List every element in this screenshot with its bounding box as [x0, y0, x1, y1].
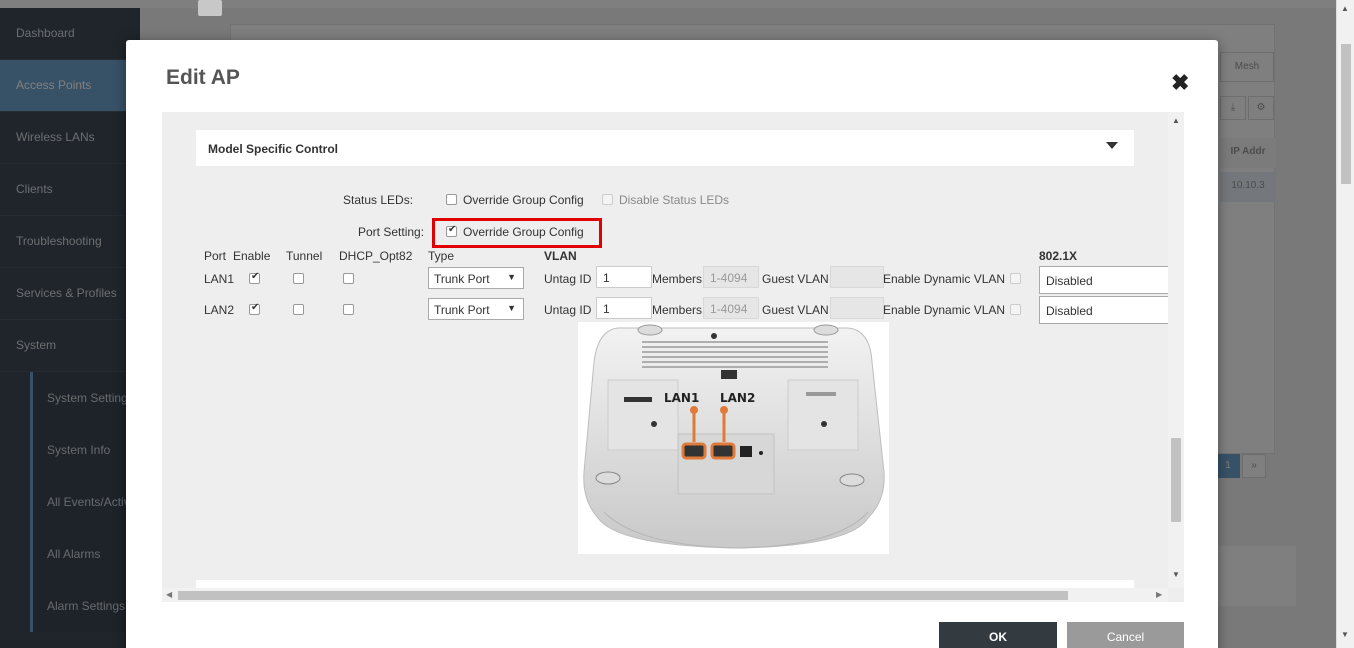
- col-type: Type: [428, 249, 455, 263]
- page-scrollbar-thumb[interactable]: [1341, 44, 1351, 184]
- scroll-down-icon[interactable]: ▼: [1172, 570, 1180, 579]
- lan1-members-label: Members: [652, 272, 703, 286]
- highlight-annotation: [432, 218, 602, 248]
- lan1-guest-vlan-input[interactable]: [830, 266, 884, 288]
- disable-status-leds-label: Disable Status LEDs: [619, 193, 730, 207]
- lan2-type-value: Trunk Port: [434, 303, 490, 317]
- lan2-guest-vlan-label: Guest VLAN: [762, 303, 829, 317]
- collapse-caret-icon[interactable]: [1106, 142, 1118, 149]
- status-leds-override-checkbox[interactable]: [446, 194, 457, 205]
- col-vlan: VLAN: [544, 249, 577, 263]
- scroll-up-icon[interactable]: ▲: [1341, 4, 1349, 13]
- scroll-left-icon[interactable]: ◀: [166, 590, 172, 599]
- disable-status-leds-checkbox[interactable]: [602, 194, 613, 205]
- col-dhcp-opt82: DHCP_Opt82: [339, 249, 413, 263]
- section-title: Model Specific Control: [208, 142, 339, 156]
- ap-lan1-label: LAN1: [664, 391, 699, 405]
- col-802-1x: 802.1X: [1039, 249, 1078, 263]
- scroll-right-icon[interactable]: ▶: [1156, 590, 1162, 599]
- lan1-members-input[interactable]: 1-4094: [703, 266, 759, 288]
- cancel-button[interactable]: Cancel: [1067, 622, 1184, 648]
- lan2-members-label: Members: [652, 303, 703, 317]
- status-leds-override-label: Override Group Config: [463, 193, 584, 207]
- col-tunnel: Tunnel: [286, 249, 323, 263]
- chevron-down-icon: ▼: [507, 272, 516, 282]
- close-icon[interactable]: ✖: [1171, 70, 1189, 96]
- lan1-type-select[interactable]: Trunk Port ▼: [428, 267, 524, 289]
- lan2-dynamic-vlan-checkbox[interactable]: [1010, 304, 1021, 315]
- lan2-dynamic-vlan-label: Enable Dynamic VLAN: [883, 303, 1006, 317]
- menu-icon[interactable]: [198, 0, 222, 16]
- scroll-down-icon[interactable]: ▼: [1341, 630, 1349, 639]
- port-name: LAN1: [204, 272, 235, 286]
- dialog-vertical-scrollbar[interactable]: ▲ ▼: [1168, 112, 1184, 588]
- chevron-down-icon: ▼: [507, 303, 516, 313]
- lan1-802-1x-select[interactable]: Disabled: [1039, 266, 1169, 294]
- lan1-dynamic-vlan-label: Enable Dynamic VLAN: [883, 272, 1006, 286]
- port-name: LAN2: [204, 303, 235, 317]
- dialog-body: Model Specific Control Status LEDs: Over…: [162, 112, 1184, 602]
- status-leds-label: Status LEDs:: [343, 193, 414, 207]
- lan2-enable-checkbox[interactable]: [249, 302, 260, 315]
- ap-port-diagram: LAN1 LAN2: [578, 322, 889, 554]
- ok-button[interactable]: OK: [939, 622, 1057, 648]
- lan1-dynamic-vlan-checkbox[interactable]: [1010, 273, 1021, 284]
- lan2-members-input[interactable]: 1-4094: [703, 297, 759, 319]
- lan2-port-icon: [710, 442, 736, 460]
- lan2-untag-id-input[interactable]: 1: [596, 297, 652, 319]
- lan1-dhcp-checkbox[interactable]: [343, 273, 354, 284]
- lan1-port-icon: [681, 442, 707, 460]
- lan2-802-1x-select[interactable]: Disabled: [1039, 296, 1169, 324]
- lan1-type-value: Trunk Port: [434, 272, 490, 286]
- lan2-untag-label: Untag ID: [544, 303, 592, 317]
- section-header-model-specific-control[interactable]: Model Specific Control: [196, 130, 1134, 166]
- lan1-enable-checkbox[interactable]: [249, 271, 260, 284]
- lan2-tunnel-checkbox[interactable]: [293, 304, 304, 315]
- edit-ap-dialog: Edit AP ✖ Model Specific Control Status …: [126, 40, 1218, 648]
- dialog-title: Edit AP: [166, 66, 240, 89]
- lan1-tunnel-checkbox[interactable]: [293, 273, 304, 284]
- dialog-vertical-thumb[interactable]: [1171, 438, 1181, 522]
- lan1-untag-label: Untag ID: [544, 272, 592, 286]
- dialog-horizontal-thumb[interactable]: [178, 591, 1068, 600]
- page-scrollbar[interactable]: ▲ ▼: [1336, 0, 1354, 648]
- lan1-guest-vlan-label: Guest VLAN: [762, 272, 829, 286]
- lan2-guest-vlan-input[interactable]: [830, 297, 884, 319]
- col-port: Port: [204, 249, 227, 263]
- lan2-dhcp-checkbox[interactable]: [343, 304, 354, 315]
- lan2-type-select[interactable]: Trunk Port ▼: [428, 298, 524, 320]
- ap-lan2-label: LAN2: [720, 391, 755, 405]
- scroll-up-icon[interactable]: ▲: [1172, 116, 1180, 125]
- lan1-untag-id-input[interactable]: 1: [596, 266, 652, 288]
- dialog-horizontal-scrollbar[interactable]: ◀ ▶: [162, 588, 1168, 602]
- col-enable: Enable: [233, 249, 271, 263]
- port-setting-label: Port Setting:: [358, 225, 425, 239]
- ap-illustration: LAN1 LAN2: [583, 324, 885, 549]
